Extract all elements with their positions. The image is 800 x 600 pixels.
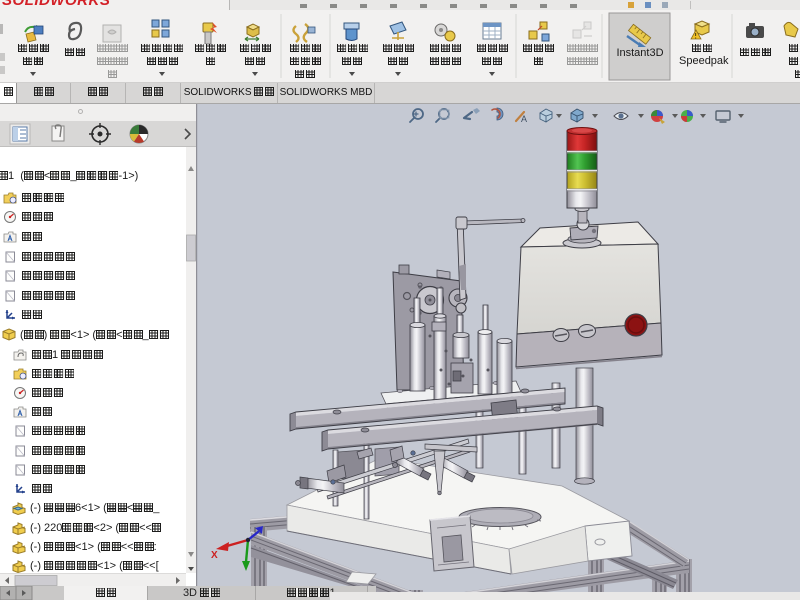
svg-text:X: X — [211, 550, 218, 561]
svg-text:A: A — [521, 114, 527, 124]
